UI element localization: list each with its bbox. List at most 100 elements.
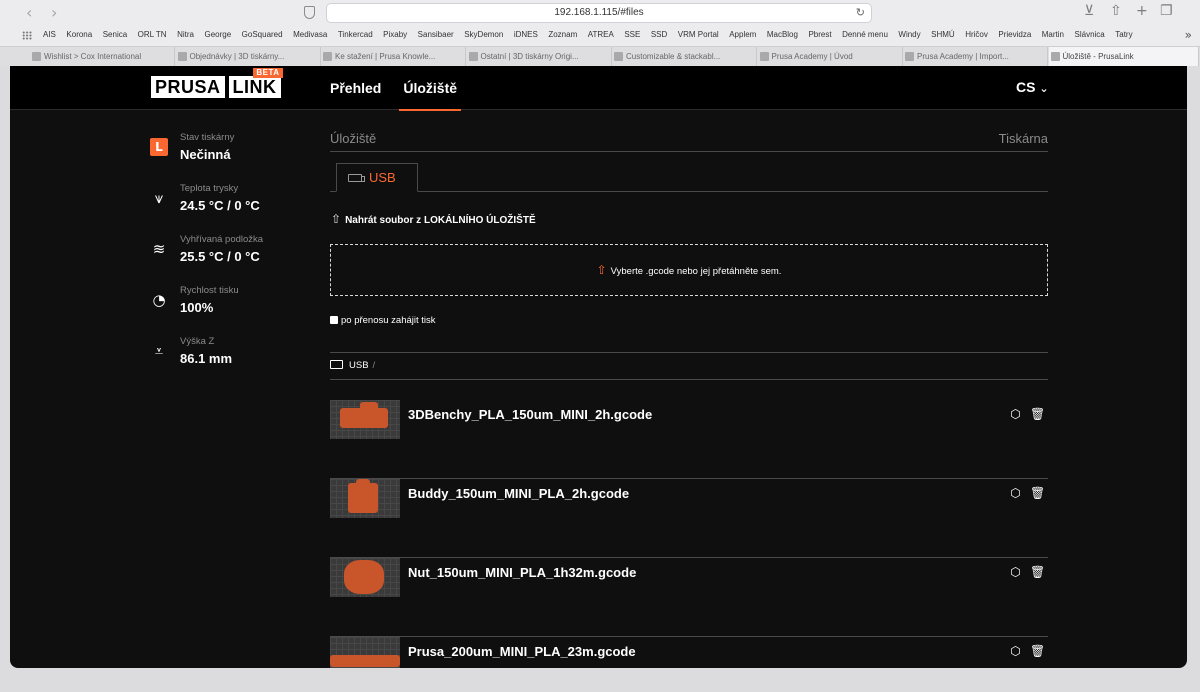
bookmark-item[interactable]: Tatry — [1115, 30, 1132, 39]
browser-tab[interactable]: Ke stažení | Prusa Knowle... — [321, 47, 466, 66]
prusalink-app: PRUSA LINK BETA Přehled Úložiště CS ⌄ L St… — [10, 66, 1187, 668]
file-actions: ⬡ 🗑 — [1009, 645, 1045, 658]
prusalink-logo[interactable]: PRUSA LINK BETA — [151, 68, 283, 98]
status-value: 86.1 mm — [180, 351, 233, 366]
print-cube-icon[interactable]: ⬡ — [1009, 566, 1022, 579]
browser-tab-label: Prusa Academy | Úvod — [771, 52, 853, 61]
bookmark-item[interactable]: iDNES — [514, 30, 538, 39]
start-print-option[interactable]: po přenosu zahájit tisk — [330, 315, 436, 326]
bookmark-item[interactable]: Senica — [103, 30, 127, 39]
bookmark-item[interactable]: SHMÚ — [931, 30, 955, 39]
nav-storage[interactable]: Úložiště — [399, 66, 461, 111]
file-name[interactable]: 3DBenchy_PLA_150um_MINI_2h.gcode — [408, 407, 652, 422]
nav-dashboard[interactable]: Přehled — [330, 66, 381, 110]
file-row[interactable]: Nut_150um_MINI_PLA_1h32m.gcode ⬡ 🗑 — [330, 558, 1048, 637]
status-item: L Stav tiskárny Nečinná — [150, 130, 300, 170]
address-bar[interactable]: 192.168.1.115/#files ↻ — [326, 3, 872, 23]
reload-icon[interactable]: ↻ — [856, 4, 865, 22]
print-cube-icon[interactable]: ⬡ — [1009, 487, 1022, 500]
favicon-icon — [1050, 52, 1060, 61]
chevron-down-icon: ⌄ — [1039, 82, 1049, 95]
bookmark-item[interactable]: GoSquared — [242, 30, 283, 39]
browser-tab-label: Úložiště - PrusaLink — [1062, 52, 1134, 61]
bookmark-item[interactable]: George — [204, 30, 231, 39]
file-actions: ⬡ 🗑 — [1009, 566, 1045, 579]
file-row[interactable]: Buddy_150um_MINI_PLA_2h.gcode ⬡ 🗑 — [330, 479, 1048, 558]
browser-tab-label: Ostatní | 3D tiskárny Origi... — [480, 52, 579, 61]
bookmark-item[interactable]: AIS — [43, 30, 56, 39]
browser-tab-label: Ke stažení | Prusa Knowle... — [335, 52, 436, 61]
file-row[interactable]: Prusa_200um_MINI_PLA_23m.gcode ⬡ 🗑 — [330, 637, 1048, 668]
bookmark-item[interactable]: SkyDemon — [464, 30, 503, 39]
tab-usb[interactable]: USB — [336, 163, 418, 192]
bookmark-item[interactable]: Prievidza — [998, 30, 1031, 39]
browser-tab[interactable]: Úložiště - PrusaLink — [1048, 47, 1199, 66]
print-cube-icon[interactable]: ⬡ — [1009, 408, 1022, 421]
browser-tab[interactable]: Prusa Academy | Import... — [903, 47, 1048, 66]
bookmark-item[interactable]: Hričov — [965, 30, 988, 39]
bookmark-item[interactable]: Denné menu — [842, 30, 888, 39]
bookmark-item[interactable]: Korona — [66, 30, 92, 39]
forward-icon[interactable]: › — [51, 3, 57, 22]
privacy-shield-icon[interactable] — [304, 6, 315, 19]
delete-trash-icon[interactable]: 🗑 — [1030, 645, 1045, 658]
bookmark-item[interactable]: SSE — [624, 30, 640, 39]
bookmark-item[interactable]: Medivasa — [293, 30, 327, 39]
browser-tab[interactable]: Ostatní | 3D tiskárny Origi... — [467, 47, 612, 66]
printer-storage-title[interactable]: Tiskárna — [999, 131, 1048, 146]
bookmark-item[interactable]: Applem — [729, 30, 756, 39]
browser-tab-label: Wishlist > Cox International — [44, 52, 142, 61]
file-dropzone[interactable]: ⇧ Vyberte .gcode nebo jej přetáhněte sem. — [330, 244, 1048, 296]
favicon-icon — [468, 52, 478, 61]
favicon-icon — [759, 52, 769, 61]
bookmark-item[interactable]: ORL TN — [138, 30, 167, 39]
file-name[interactable]: Buddy_150um_MINI_PLA_2h.gcode — [408, 486, 629, 501]
bookmark-item[interactable]: Tinkercad — [338, 30, 373, 39]
heatbed-icon: ≋ — [152, 240, 166, 258]
delete-trash-icon[interactable]: 🗑 — [1030, 566, 1045, 579]
language-selector[interactable]: CS ⌄ — [1016, 79, 1049, 95]
browser-tab-label: Objednávky | 3D tiskárny... — [189, 52, 285, 61]
browser-tab[interactable]: Prusa Academy | Úvod — [758, 47, 903, 66]
delete-trash-icon[interactable]: 🗑 — [1030, 487, 1045, 500]
bookmark-item[interactable]: Sansibaer — [418, 30, 454, 39]
bookmark-item[interactable]: SSD — [651, 30, 667, 39]
file-name[interactable]: Nut_150um_MINI_PLA_1h32m.gcode — [408, 565, 636, 580]
file-thumbnail — [330, 637, 400, 668]
file-row[interactable]: 3DBenchy_PLA_150um_MINI_2h.gcode ⬡ 🗑 — [330, 400, 1048, 479]
file-thumbnail — [330, 558, 400, 597]
bookmark-item[interactable]: Pixaby — [383, 30, 407, 39]
tab-overview-icon[interactable]: ❐ — [1160, 3, 1173, 19]
breadcrumb-usb[interactable]: USB — [349, 360, 369, 371]
bookmark-item[interactable]: VRM Portal — [678, 30, 719, 39]
browser-toolbar: ‹ › 192.168.1.115/#files ↻ ⊻ ⇧ + ❐ — [0, 0, 1200, 26]
back-icon[interactable]: ‹ — [26, 3, 32, 22]
start-print-checkbox[interactable] — [330, 316, 338, 324]
share-icon[interactable]: ⇧ — [1110, 3, 1122, 19]
bookmark-item[interactable]: Slávnica — [1075, 30, 1105, 39]
more-bookmarks-icon[interactable]: » — [1185, 28, 1192, 42]
bookmark-item[interactable]: Nitra — [177, 30, 194, 39]
grid-icon[interactable] — [22, 31, 32, 40]
download-icon[interactable]: ⊻ — [1084, 3, 1094, 19]
bookmark-item[interactable]: Zoznam — [548, 30, 577, 39]
print-cube-icon[interactable]: ⬡ — [1009, 645, 1022, 658]
new-tab-icon[interactable]: + — [1136, 3, 1148, 19]
bookmark-item[interactable]: ATREA — [588, 30, 614, 39]
bookmarks-bar: AIS Korona Senica ORL TN Nitra George GoSquare… — [0, 26, 1200, 46]
bookmark-item[interactable]: Martin — [1042, 30, 1064, 39]
delete-trash-icon[interactable]: 🗑 — [1030, 408, 1045, 421]
z-height-icon: ⩡ — [154, 342, 164, 360]
browser-tab[interactable]: Wishlist > Cox International — [30, 47, 175, 66]
browser-tab[interactable]: Customizable & stackabl... — [612, 47, 757, 66]
status-item: ◔ Rychlost tisku 100% — [150, 283, 300, 323]
status-label: Rychlost tisku — [180, 285, 239, 296]
upload-file-link[interactable]: ⇧ Nahrát soubor z LOKÁLNÍHO ÚLOŽIŠTĚ — [331, 212, 536, 226]
browser-tab-label: Prusa Academy | Import... — [917, 52, 1009, 61]
storage-tabs: USB — [330, 163, 1048, 192]
bookmark-item[interactable]: Pbrest — [808, 30, 831, 39]
bookmark-item[interactable]: MacBlog — [767, 30, 798, 39]
bookmark-item[interactable]: Windy — [898, 30, 920, 39]
file-name[interactable]: Prusa_200um_MINI_PLA_23m.gcode — [408, 644, 636, 659]
browser-tab[interactable]: Objednávky | 3D tiskárny... — [176, 47, 321, 66]
